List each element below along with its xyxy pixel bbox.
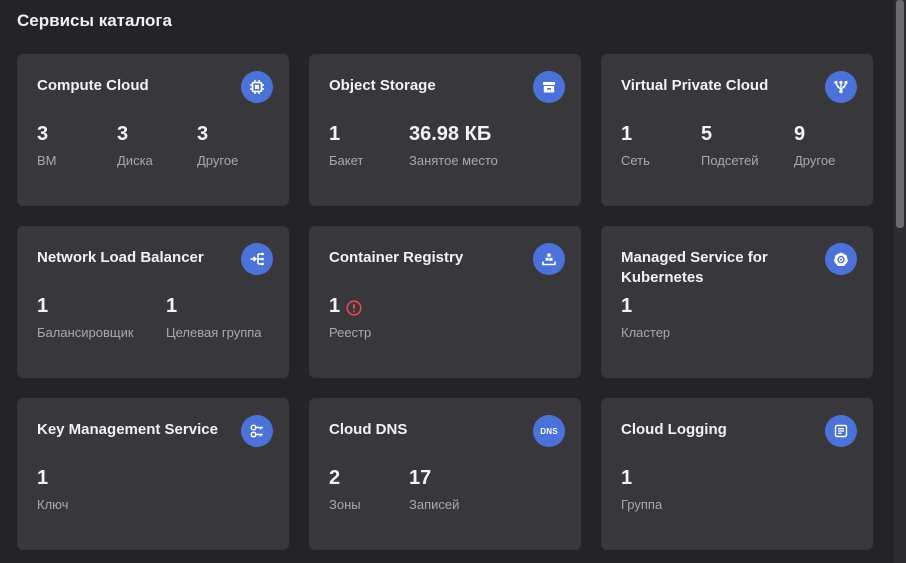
stat-label: Записей xyxy=(409,497,460,512)
stat: 1 Балансировщик xyxy=(37,294,166,341)
stat: 1 Бакет xyxy=(329,122,409,169)
container-registry-icon xyxy=(533,243,565,275)
stat-value: 3 xyxy=(197,123,209,145)
stat-value: 9 xyxy=(794,123,806,145)
stat: 1 Реестр xyxy=(329,294,449,341)
warning-icon[interactable] xyxy=(346,298,362,316)
stat-label: Сеть xyxy=(621,153,650,168)
stat-label: ВМ xyxy=(37,153,57,168)
card-title: Object Storage xyxy=(329,77,436,94)
card-stats: 1 Балансировщик 1 Целевая группа xyxy=(37,294,276,341)
stat: 3 ВМ xyxy=(37,122,117,169)
stat-value: 1 xyxy=(621,467,633,489)
stat-label: Балансировщик xyxy=(37,325,134,340)
service-card-compute-cloud[interactable]: Compute Cloud 3 ВМ 3 Диска 3 Другое xyxy=(17,54,289,206)
stat: 36.98 КБ Занятое место xyxy=(409,122,529,169)
stat-label: Целевая группа xyxy=(166,325,262,340)
card-title: Container Registry xyxy=(329,249,464,266)
card-stats: 3 ВМ 3 Диска 3 Другое xyxy=(37,122,277,169)
stat-value: 3 xyxy=(37,123,49,145)
card-title: Key Management Service xyxy=(37,421,218,438)
network-topology-icon xyxy=(825,71,857,103)
stat: 3 Другое xyxy=(197,122,277,169)
stat-label: Бакет xyxy=(329,153,364,168)
card-title: Network Load Balancer xyxy=(37,249,204,266)
stat: 1 Группа xyxy=(621,466,741,513)
catalog-services-page: Сервисы каталога Compute Cloud 3 ВМ 3 Ди xyxy=(0,0,906,563)
stat-label: Диска xyxy=(117,153,153,168)
stat-value: 1 xyxy=(329,294,449,318)
stat: 17 Записей xyxy=(409,466,509,513)
stat-value: 1 xyxy=(621,123,633,145)
card-stats: 1 Группа xyxy=(621,466,741,513)
stat-value: 1 xyxy=(37,467,49,489)
dns-icon-text: DNS xyxy=(540,426,558,436)
card-stats: 1 Ключ xyxy=(37,466,157,513)
card-title: Cloud Logging xyxy=(621,421,727,438)
stat-value: 3 xyxy=(117,123,129,145)
stat: 1 Ключ xyxy=(37,466,157,513)
kubernetes-icon xyxy=(825,243,857,275)
stat-label: Занятое место xyxy=(409,153,498,168)
scrollbar-thumb[interactable] xyxy=(896,0,904,228)
service-card-virtual-private-cloud[interactable]: Virtual Private Cloud 1 Сеть 5 Подсетей xyxy=(601,54,873,206)
card-stats: 2 Зоны 17 Записей xyxy=(329,466,509,513)
stat-value: 36.98 КБ xyxy=(409,123,492,145)
stat-value: 17 xyxy=(409,467,432,489)
stat: 1 Кластер xyxy=(621,294,741,341)
stat-value: 1 xyxy=(166,295,178,317)
key-management-icon xyxy=(241,415,273,447)
service-card-cloud-logging[interactable]: Cloud Logging 1 Группа xyxy=(601,398,873,550)
card-stats: 1 Реестр xyxy=(329,294,449,341)
vertical-scrollbar[interactable] xyxy=(894,0,906,563)
stat: 2 Зоны xyxy=(329,466,409,513)
services-grid: Compute Cloud 3 ВМ 3 Диска 3 Другое Obje… xyxy=(17,54,873,550)
stat: 9 Другое xyxy=(794,122,864,169)
service-card-key-management-service[interactable]: Key Management Service 1 Ключ xyxy=(17,398,289,550)
card-stats: 1 Бакет 36.98 КБ Занятое место xyxy=(329,122,529,169)
stat: 1 Целевая группа xyxy=(166,294,276,341)
card-title: Managed Service for Kubernetes xyxy=(621,249,768,286)
storage-box-icon xyxy=(533,71,565,103)
compute-chip-icon xyxy=(241,71,273,103)
stat-value: 5 xyxy=(701,123,713,145)
card-stats: 1 Кластер xyxy=(621,294,741,341)
logging-lines-icon xyxy=(825,415,857,447)
service-card-container-registry[interactable]: Container Registry 1 Реестр xyxy=(309,226,581,378)
card-title: Compute Cloud xyxy=(37,77,149,94)
service-card-managed-kubernetes[interactable]: Managed Service for Kubernetes 1 Кластер xyxy=(601,226,873,378)
stat-value: 1 xyxy=(621,295,633,317)
card-title: Virtual Private Cloud xyxy=(621,77,769,94)
stat-value: 1 xyxy=(329,123,341,145)
stat-label: Зоны xyxy=(329,497,361,512)
service-card-object-storage[interactable]: Object Storage 1 Бакет 36.98 КБ Занятое … xyxy=(309,54,581,206)
stat-value: 2 xyxy=(329,467,341,489)
stat-label: Подсетей xyxy=(701,153,759,168)
service-card-network-load-balancer[interactable]: Network Load Balancer 1 Балансировщик 1 … xyxy=(17,226,289,378)
stat-label: Другое xyxy=(794,153,836,168)
card-title: Cloud DNS xyxy=(329,421,408,438)
stat-value-number: 1 xyxy=(329,295,341,317)
page-title: Сервисы каталога xyxy=(17,11,172,30)
stat-label: Группа xyxy=(621,497,663,512)
stat-value: 1 xyxy=(37,295,49,317)
stat-label: Реестр xyxy=(329,325,372,340)
card-stats: 1 Сеть 5 Подсетей 9 Другое xyxy=(621,122,864,169)
stat-label: Кластер xyxy=(621,325,671,340)
service-card-cloud-dns[interactable]: Cloud DNS DNS 2 Зоны 17 Записей xyxy=(309,398,581,550)
stat: 3 Диска xyxy=(117,122,197,169)
load-balancer-icon xyxy=(241,243,273,275)
dns-icon: DNS xyxy=(533,415,565,447)
stat-label: Ключ xyxy=(37,497,69,512)
stat: 5 Подсетей xyxy=(701,122,794,169)
stat: 1 Сеть xyxy=(621,122,701,169)
stat-label: Другое xyxy=(197,153,239,168)
